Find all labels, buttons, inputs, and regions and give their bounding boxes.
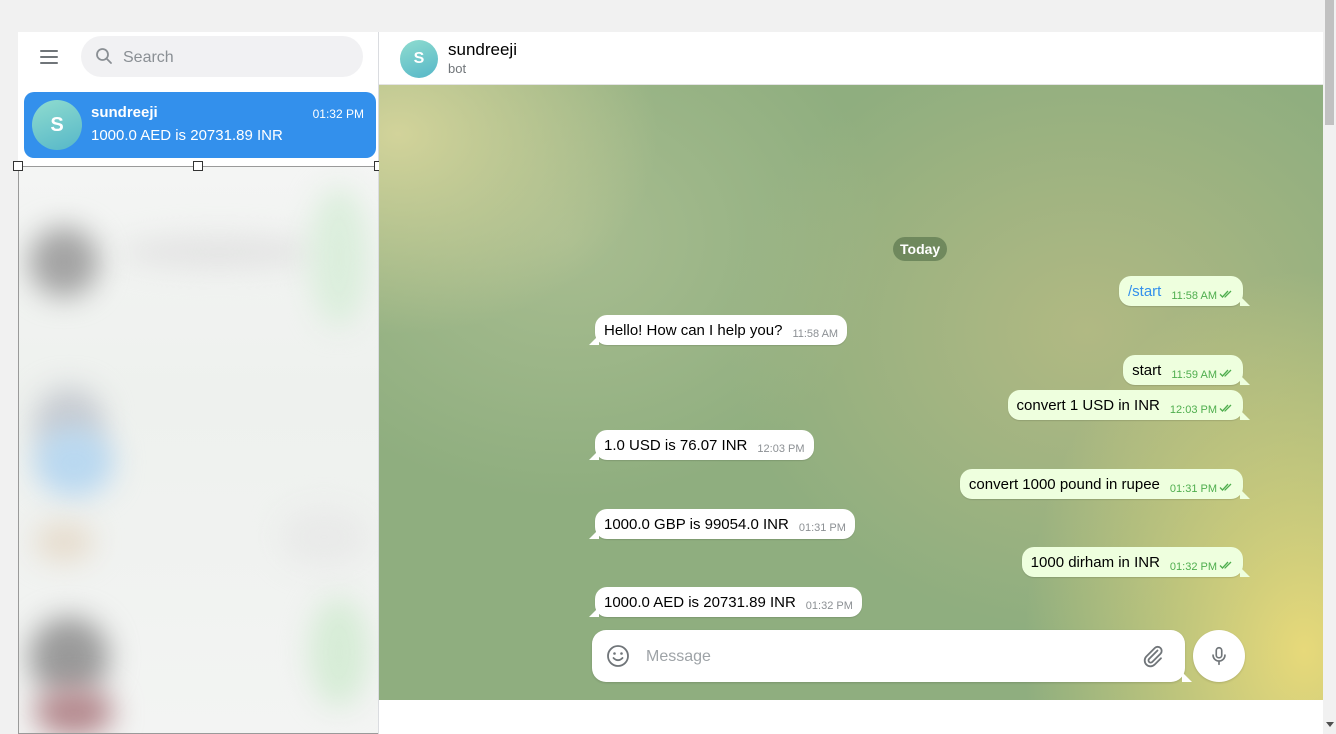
message-time: 01:32 PM bbox=[1170, 560, 1234, 573]
selection-handle[interactable] bbox=[13, 161, 23, 171]
message-time: 11:58 AM bbox=[1171, 289, 1234, 302]
message-time: 01:31 PM bbox=[1170, 482, 1234, 495]
search-box[interactable] bbox=[81, 36, 363, 79]
message-text: Hello! How can I help you? bbox=[604, 321, 783, 339]
message-text: convert 1000 pound in rupee bbox=[968, 475, 1160, 493]
message-time: 01:31 PM bbox=[798, 522, 846, 534]
blurred-chat-list bbox=[18, 166, 378, 734]
message-text: 1000 dirham in INR bbox=[1030, 553, 1160, 571]
message-time: 11:59 AM bbox=[1171, 368, 1234, 381]
message-outgoing[interactable]: convert 1 USD in INR 12:03 PM bbox=[1007, 390, 1243, 420]
attach-icon[interactable] bbox=[1141, 644, 1165, 668]
search-input[interactable] bbox=[121, 36, 355, 79]
message-outgoing[interactable]: start 11:59 AM bbox=[1123, 355, 1243, 385]
microphone-button[interactable] bbox=[1193, 630, 1245, 682]
double-check-icon bbox=[1219, 369, 1232, 377]
sidebar: S sundreeji 01:32 PM 1000.0 AED is 20731… bbox=[13, 32, 384, 734]
message-outgoing[interactable]: 1000 dirham in INR 01:32 PM bbox=[1021, 547, 1243, 577]
message-incoming[interactable]: 1000.0 GBP is 99054.0 INR 01:31 PM bbox=[595, 509, 855, 539]
chat-name: sundreeji bbox=[91, 104, 158, 121]
chat-list-item-active[interactable]: S sundreeji 01:32 PM 1000.0 AED is 20731… bbox=[24, 92, 376, 158]
hamburger-menu-icon[interactable] bbox=[38, 48, 60, 66]
chat-title: sundreeji bbox=[448, 40, 517, 59]
message-input[interactable] bbox=[644, 630, 1128, 684]
avatar[interactable]: S bbox=[400, 40, 438, 78]
chat-time: 01:32 PM bbox=[312, 107, 364, 121]
date-divider: Today bbox=[893, 237, 948, 261]
message-area: Today /start 11:58 AM Hello! How can I h… bbox=[379, 85, 1323, 700]
scroll-down-arrow-icon[interactable] bbox=[1326, 722, 1334, 727]
scrollbar-thumb[interactable] bbox=[1325, 0, 1334, 125]
chat-header[interactable]: S sundreeji bot bbox=[379, 32, 1323, 85]
emoji-icon[interactable] bbox=[606, 644, 630, 668]
message-time: 12:03 PM bbox=[757, 443, 805, 455]
double-check-icon bbox=[1219, 483, 1232, 491]
message-composer[interactable] bbox=[592, 630, 1185, 684]
double-check-icon bbox=[1219, 404, 1232, 412]
message-incoming[interactable]: 1000.0 AED is 20731.89 INR 01:32 PM bbox=[595, 587, 862, 617]
message-time: 01:32 PM bbox=[805, 600, 853, 612]
chat-subtitle: bot bbox=[448, 61, 467, 76]
command-link[interactable]: /start bbox=[1128, 283, 1161, 300]
double-check-icon bbox=[1219, 290, 1232, 298]
message-time: 12:03 PM bbox=[1170, 403, 1234, 416]
double-check-icon bbox=[1219, 561, 1232, 569]
chat-panel: S sundreeji bot Today /start 11:58 AM He… bbox=[379, 32, 1323, 734]
telegram-window: S sundreeji 01:32 PM 1000.0 AED is 20731… bbox=[13, 32, 1323, 734]
message-text: 1.0 USD is 76.07 INR bbox=[604, 436, 748, 454]
search-icon bbox=[96, 48, 112, 64]
avatar: S bbox=[32, 100, 82, 150]
message-outgoing[interactable]: convert 1000 pound in rupee 01:31 PM bbox=[959, 469, 1243, 499]
message-time: 11:58 AM bbox=[792, 328, 839, 340]
microphone-icon bbox=[1212, 646, 1226, 666]
message-text: 1000.0 GBP is 99054.0 INR bbox=[604, 515, 789, 533]
message-outgoing[interactable]: /start 11:58 AM bbox=[1118, 276, 1243, 306]
message-text: start bbox=[1132, 361, 1162, 379]
message-incoming[interactable]: 1.0 USD is 76.07 INR 12:03 PM bbox=[595, 430, 814, 460]
message-text: convert 1 USD in INR bbox=[1016, 396, 1160, 414]
message-incoming[interactable]: Hello! How can I help you? 11:58 AM bbox=[595, 315, 848, 345]
page-scrollbar[interactable] bbox=[1323, 0, 1336, 734]
message-text: 1000.0 AED is 20731.89 INR bbox=[604, 593, 796, 611]
selection-handle[interactable] bbox=[193, 161, 203, 171]
chat-preview: 1000.0 AED is 20731.89 INR bbox=[91, 127, 283, 144]
